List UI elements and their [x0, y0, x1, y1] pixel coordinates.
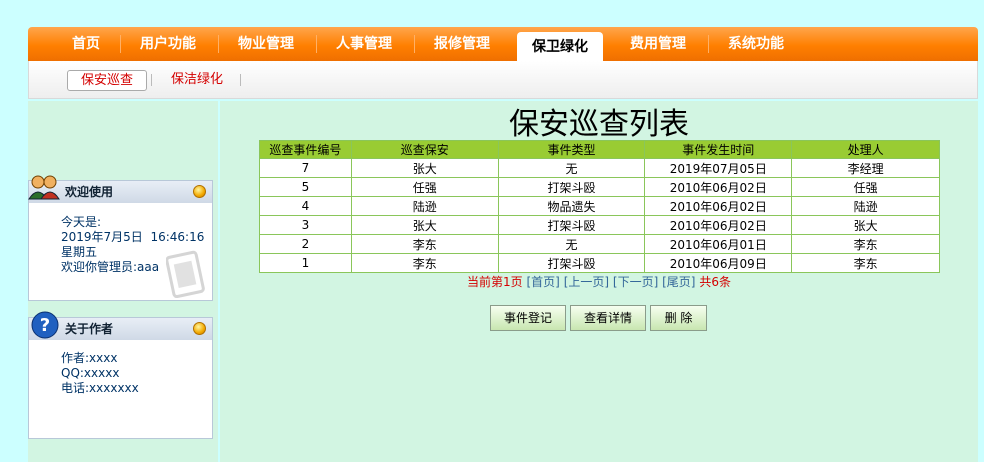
- cell-event-id: 7: [259, 158, 352, 178]
- register-event-button[interactable]: 事件登记: [490, 305, 566, 331]
- cell-guard: 李东: [350, 253, 499, 273]
- welcome-panel: 欢迎使用 今天是: 2019年7月5日 16:46:16 星期五 欢迎你管理员:…: [28, 175, 213, 301]
- nav-item-repair[interactable]: 报修管理: [422, 27, 502, 61]
- table-header-row: 巡查事件编号 巡查保安 事件类型 事件发生时间 处理人: [259, 140, 940, 159]
- cell-event-type: 无: [497, 158, 646, 178]
- cell-event-type: 物品遗失: [497, 196, 646, 216]
- cell-guard: 张大: [350, 158, 499, 178]
- nav-divider: [316, 35, 317, 53]
- nav-divider: [218, 35, 219, 53]
- cell-event-id: 1: [259, 253, 352, 273]
- table-row[interactable]: 1 李东 打架斗殴 2010年06月09日 李东: [259, 253, 940, 273]
- cell-event-time: 2010年06月02日: [644, 215, 793, 235]
- prev-page-link[interactable]: [上一页]: [564, 275, 609, 289]
- cell-handler: 李经理: [791, 158, 940, 178]
- welcome-panel-header: 欢迎使用: [28, 175, 212, 203]
- author-panel-header: ? 关于作者: [29, 311, 212, 340]
- cell-event-id: 2: [259, 234, 352, 254]
- main-content: 保安巡查列表 巡查事件编号 巡查保安 事件类型 事件发生时间 处理人 7 张大 …: [220, 101, 978, 462]
- users-icon: [28, 175, 60, 200]
- author-title: 关于作者: [65, 322, 114, 336]
- pagination: 当前第1页 [首页] [上一页] [下一页] [尾页] 共6条: [220, 273, 978, 290]
- subnav-security-patrol[interactable]: 保安巡查: [67, 70, 148, 91]
- column-header-guard: 巡查保安: [350, 140, 499, 159]
- subnav-divider: [151, 74, 152, 86]
- cell-event-type: 无: [497, 234, 646, 254]
- nav-item-property[interactable]: 物业管理: [226, 27, 306, 61]
- help-question-icon: ?: [31, 311, 59, 339]
- cell-guard: 李东: [350, 234, 499, 254]
- status-dot-icon: [193, 322, 206, 335]
- table-row[interactable]: 4 陆逊 物品遗失 2010年06月02日 陆逊: [259, 196, 940, 216]
- table-row[interactable]: 3 张大 打架斗殴 2010年06月02日 张大: [259, 215, 940, 235]
- cell-guard: 张大: [350, 215, 499, 235]
- status-dot-icon: [193, 185, 206, 198]
- nav-item-security-greening[interactable]: 保卫绿化: [517, 32, 603, 61]
- author-panel: ? 关于作者 作者:xxxx QQ:xxxxx 电话:xxxxxxx: [28, 311, 213, 439]
- nav-divider: [120, 35, 121, 53]
- patrol-table: 巡查事件编号 巡查保安 事件类型 事件发生时间 处理人 7 张大 无 2019年…: [259, 140, 940, 273]
- table-row[interactable]: 7 张大 无 2019年07月05日 李经理: [259, 158, 940, 178]
- cell-event-time: 2010年06月02日: [644, 177, 793, 197]
- cell-event-id: 5: [259, 177, 352, 197]
- view-details-button[interactable]: 查看详情: [570, 305, 646, 331]
- cell-handler: 李东: [791, 234, 940, 254]
- nav-item-fees[interactable]: 费用管理: [618, 27, 698, 61]
- cell-event-type: 打架斗殴: [497, 177, 646, 197]
- nav-item-personnel[interactable]: 人事管理: [324, 27, 404, 61]
- cell-event-type: 打架斗殴: [497, 215, 646, 235]
- total-count-label: 共6条: [699, 275, 731, 289]
- cell-event-type: 打架斗殴: [497, 253, 646, 273]
- welcome-title: 欢迎使用: [65, 185, 114, 199]
- table-row[interactable]: 2 李东 无 2010年06月01日 李东: [259, 234, 940, 254]
- nav-divider: [708, 35, 709, 53]
- current-page-label: 当前第1页: [467, 275, 523, 289]
- nav-divider: [414, 35, 415, 53]
- top-nav: 首页 用户功能 物业管理 人事管理 报修管理 保卫绿化 费用管理 系统功能: [28, 27, 978, 61]
- cell-event-time: 2019年07月05日: [644, 158, 793, 178]
- author-qq: QQ:xxxxx: [61, 366, 120, 380]
- cell-handler: 陆逊: [791, 196, 940, 216]
- cell-event-time: 2010年06月09日: [644, 253, 793, 273]
- cell-event-id: 4: [259, 196, 352, 216]
- svg-text:?: ?: [40, 315, 50, 336]
- column-header-handler: 处理人: [791, 140, 940, 159]
- cell-handler: 李东: [791, 253, 940, 273]
- author-body: 作者:xxxx QQ:xxxxx 电话:xxxxxxx: [29, 340, 212, 396]
- subnav-cleaning-greening[interactable]: 保洁绿化: [171, 70, 223, 91]
- cell-handler: 张大: [791, 215, 940, 235]
- subnav-divider: [240, 74, 241, 86]
- table-row[interactable]: 5 任强 打架斗殴 2010年06月02日 任强: [259, 177, 940, 197]
- cell-guard: 陆逊: [350, 196, 499, 216]
- cell-guard: 任强: [350, 177, 499, 197]
- left-sidebar: 欢迎使用 今天是: 2019年7月5日 16:46:16 星期五 欢迎你管理员:…: [28, 101, 218, 462]
- column-header-event-type: 事件类型: [497, 140, 646, 159]
- current-datetime: 2019年7月5日 16:46:16: [61, 230, 205, 244]
- delete-button[interactable]: 删 除: [650, 305, 707, 331]
- cell-handler: 任强: [791, 177, 940, 197]
- nav-item-user-functions[interactable]: 用户功能: [128, 27, 208, 61]
- cell-event-time: 2010年06月02日: [644, 196, 793, 216]
- cell-event-id: 3: [259, 215, 352, 235]
- nav-item-home[interactable]: 首页: [58, 27, 114, 61]
- column-header-event-id: 巡查事件编号: [259, 140, 352, 159]
- sub-nav: 保安巡查 保洁绿化: [28, 61, 978, 99]
- last-page-link[interactable]: [尾页]: [662, 275, 695, 289]
- page-title: 保安巡查列表: [509, 107, 689, 142]
- first-page-link[interactable]: [首页]: [527, 275, 560, 289]
- film-strip-icon: [166, 250, 205, 298]
- cell-event-time: 2010年06月01日: [644, 234, 793, 254]
- author-name: 作者:xxxx: [61, 351, 118, 365]
- nav-item-system[interactable]: 系统功能: [716, 27, 796, 61]
- today-label: 今天是:: [61, 215, 102, 229]
- column-header-event-time: 事件发生时间: [644, 140, 793, 159]
- next-page-link[interactable]: [下一页]: [613, 275, 658, 289]
- author-phone: 电话:xxxxxxx: [61, 381, 139, 395]
